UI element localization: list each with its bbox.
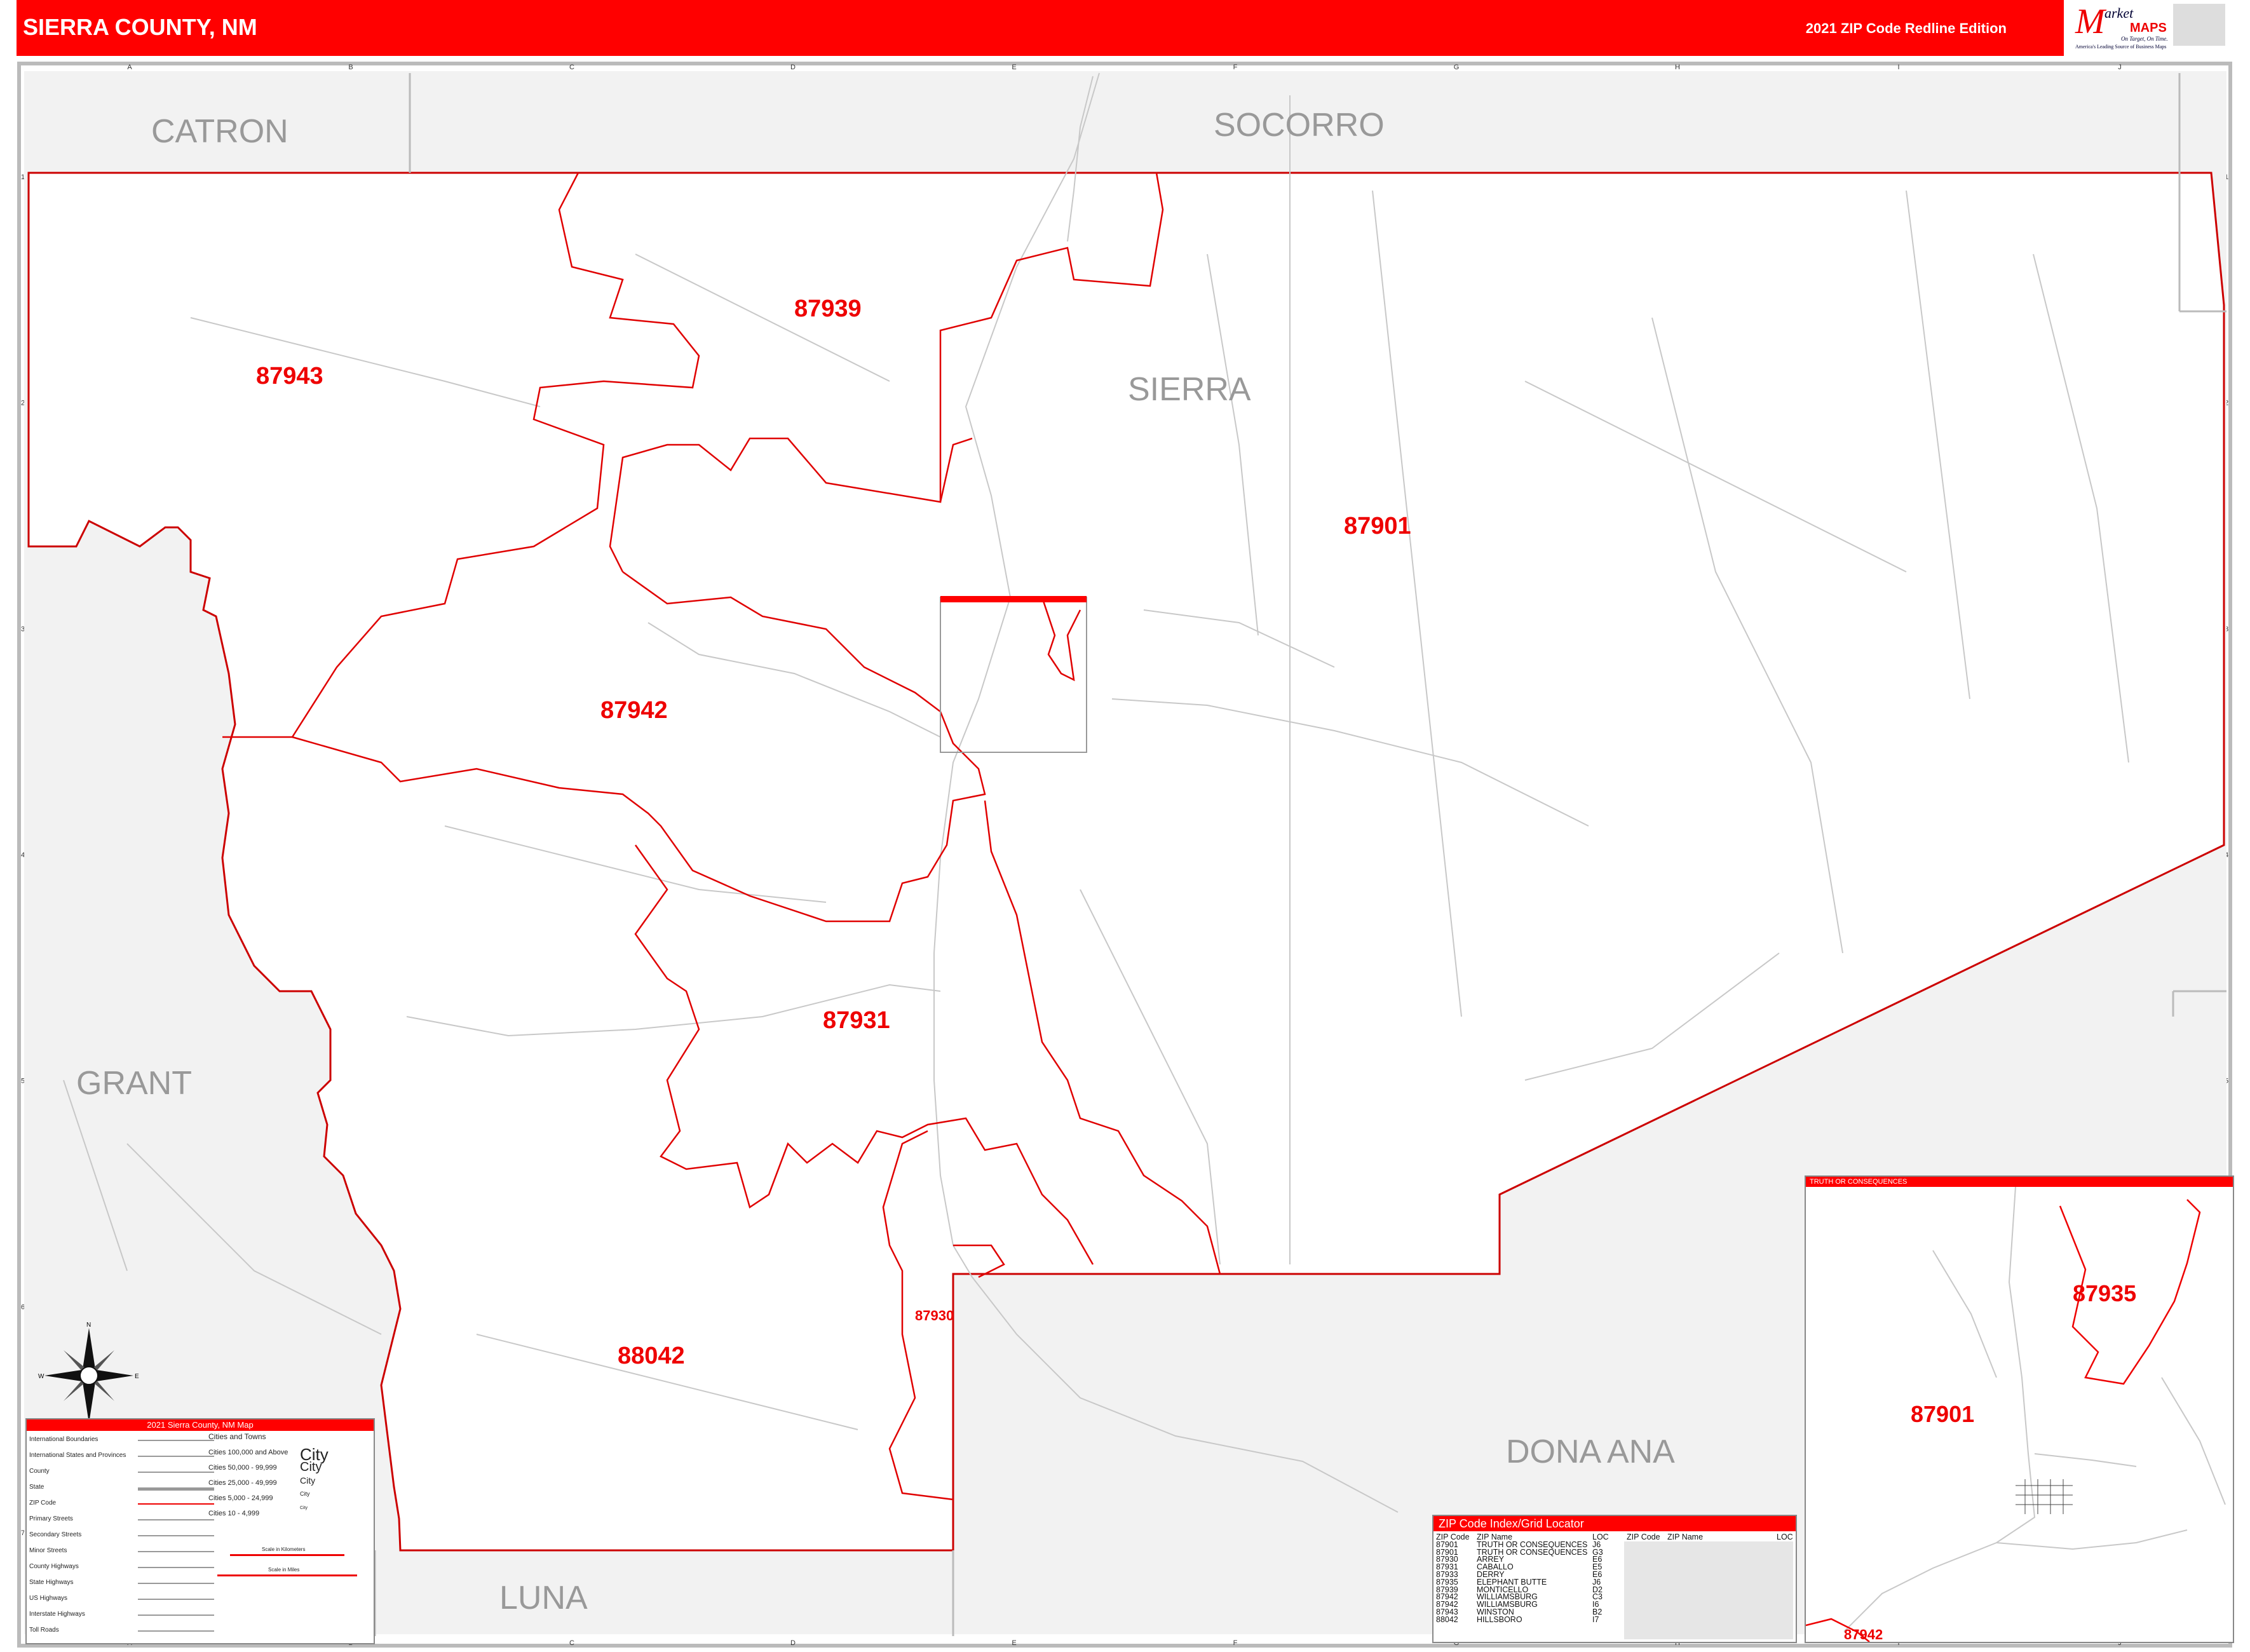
county-label-catron: CATRON bbox=[151, 113, 288, 150]
legend-cities-header: Cities and Towns bbox=[208, 1432, 266, 1441]
legend-city-class: Cities 50,000 - 99,999 bbox=[208, 1464, 277, 1472]
legend-scale-mi-bar bbox=[217, 1574, 357, 1576]
county-label-dona-ana: DONA ANA bbox=[1506, 1433, 1675, 1470]
legend-row: Interstate Highways bbox=[29, 1611, 85, 1618]
legend-symbol bbox=[138, 1503, 214, 1505]
legend-scale-km: Scale in Kilometers bbox=[262, 1547, 306, 1552]
legend-row: ZIP Code bbox=[29, 1500, 57, 1506]
county-label-socorro: SOCORRO bbox=[1214, 107, 1385, 144]
zip-index-empty-area bbox=[1624, 1541, 1793, 1639]
legend-symbol bbox=[138, 1487, 214, 1491]
zip-index-name-column: ZIP Name TRUTH OR CONSEQUENCES TRUTH OR … bbox=[1477, 1533, 1588, 1624]
zip-label-87930: 87930 bbox=[915, 1308, 954, 1324]
zip-code-index: ZIP Code Index/Grid Locator ZIP Code 879… bbox=[1432, 1515, 1797, 1643]
legend-city-class: Cities 5,000 - 24,999 bbox=[208, 1494, 273, 1502]
legend-row: International Boundaries bbox=[29, 1436, 98, 1443]
legend-symbol bbox=[138, 1519, 214, 1520]
compass-rose-icon: N S W E bbox=[38, 1322, 139, 1430]
legend-symbol bbox=[138, 1472, 214, 1473]
zip-index-title: ZIP Code Index/Grid Locator bbox=[1433, 1516, 1796, 1531]
legend-row: County bbox=[29, 1468, 50, 1475]
legend-row: Minor Streets bbox=[29, 1547, 67, 1554]
map-legend: 2021 Sierra County, NM Map International… bbox=[25, 1418, 375, 1644]
legend-row: State bbox=[29, 1484, 44, 1491]
legend-city-sample: City bbox=[300, 1491, 310, 1497]
legend-symbol bbox=[138, 1551, 214, 1552]
zip-index-zip-column: ZIP Code 87901 87901 87930 87931 87933 8… bbox=[1436, 1533, 1470, 1624]
inset-title: TRUTH OR CONSEQUENCES bbox=[1806, 1177, 2233, 1187]
zip-label-87942: 87942 bbox=[600, 697, 668, 724]
zip-label-88042: 88042 bbox=[618, 1343, 685, 1369]
legend-symbol bbox=[138, 1615, 214, 1616]
county-label-grant: GRANT bbox=[76, 1065, 192, 1102]
legend-symbol bbox=[138, 1440, 214, 1441]
inset-locator-header bbox=[940, 596, 1087, 602]
legend-city-sample: City bbox=[300, 1475, 316, 1486]
legend-city-sample: City bbox=[300, 1506, 308, 1510]
compass-w: W bbox=[38, 1373, 44, 1380]
legend-row: Primary Streets bbox=[29, 1515, 73, 1522]
legend-row: US Highways bbox=[29, 1595, 68, 1602]
legend-city-class: Cities 100,000 and Above bbox=[208, 1449, 288, 1456]
county-label-luna: LUNA bbox=[499, 1580, 588, 1616]
compass-n: N bbox=[86, 1322, 91, 1329]
legend-row: County Highways bbox=[29, 1563, 79, 1570]
zip-index-loc-column: LOC J6 G3 E6 E5 E6 J6 D2 C3 I6 B2 I7 bbox=[1592, 1533, 1609, 1624]
zip-label-87943: 87943 bbox=[256, 363, 323, 389]
inset-map-truth-or-consequences: TRUTH OR CONSEQUENCES 87935 87901 87942 bbox=[1805, 1175, 2234, 1643]
legend-city-class: Cities 10 - 4,999 bbox=[208, 1510, 260, 1517]
inset-zip-label-87935: 87935 bbox=[2073, 1280, 2136, 1306]
compass-e: E bbox=[135, 1373, 139, 1380]
zip-label-87939: 87939 bbox=[794, 295, 862, 322]
legend-symbol bbox=[138, 1567, 214, 1568]
legend-row: International States and Provinces bbox=[29, 1452, 126, 1459]
inset-zip-label-87901: 87901 bbox=[1911, 1401, 1974, 1427]
legend-symbol bbox=[138, 1456, 214, 1457]
inset-zip-label-87942: 87942 bbox=[1844, 1627, 1883, 1642]
legend-symbol bbox=[138, 1599, 214, 1600]
legend-scale-km-bar bbox=[230, 1554, 344, 1556]
legend-city-sample: City bbox=[300, 1460, 322, 1474]
legend-row: Toll Roads bbox=[29, 1627, 59, 1634]
legend-row: Secondary Streets bbox=[29, 1531, 82, 1538]
legend-symbol bbox=[138, 1535, 214, 1536]
zip-label-87901: 87901 bbox=[1344, 513, 1411, 539]
inset-map-canvas: 87935 87901 87942 bbox=[1806, 1186, 2226, 1642]
legend-city-class: Cities 25,000 - 49,999 bbox=[208, 1479, 277, 1487]
legend-row: State Highways bbox=[29, 1579, 74, 1586]
county-label-sierra: SIERRA bbox=[1128, 371, 1251, 408]
legend-title: 2021 Sierra County, NM Map bbox=[27, 1419, 374, 1431]
legend-scale-mi: Scale in Miles bbox=[268, 1567, 300, 1573]
legend-symbol bbox=[138, 1630, 214, 1632]
zip-label-87931: 87931 bbox=[823, 1007, 890, 1034]
legend-symbol bbox=[138, 1583, 214, 1584]
